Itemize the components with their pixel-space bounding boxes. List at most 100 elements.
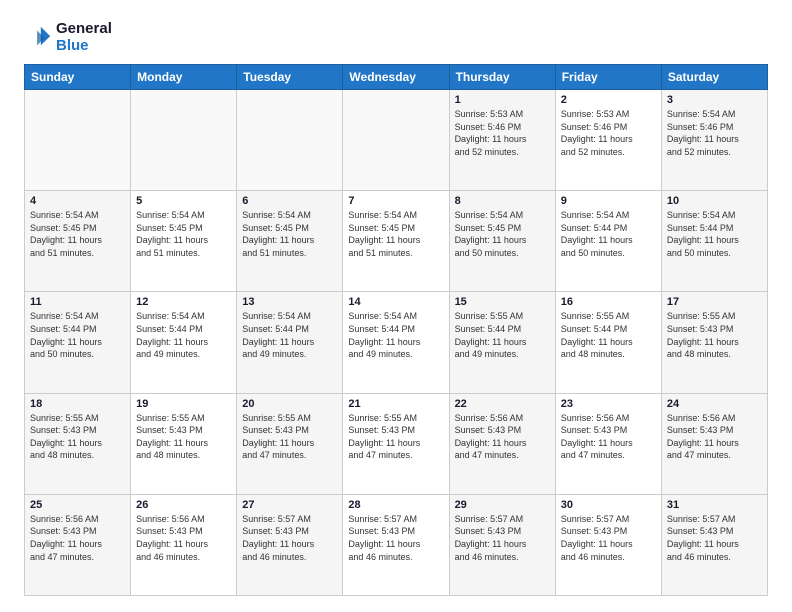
- day-number: 18: [30, 398, 125, 410]
- calendar-cell: 1 Sunrise: 5:53 AMSunset: 5:46 PMDaylight…: [449, 90, 555, 191]
- day-number: 29: [455, 499, 550, 511]
- calendar-cell: 2 Sunrise: 5:53 AMSunset: 5:46 PMDaylight…: [555, 90, 661, 191]
- day-number: 24: [667, 398, 762, 410]
- col-header-wednesday: Wednesday: [343, 65, 449, 90]
- col-header-tuesday: Tuesday: [237, 65, 343, 90]
- day-number: 7: [348, 195, 443, 207]
- calendar-week-1: 1 Sunrise: 5:53 AMSunset: 5:46 PMDaylight…: [25, 90, 768, 191]
- col-header-thursday: Thursday: [449, 65, 555, 90]
- day-number: 11: [30, 296, 125, 308]
- day-detail: Sunrise: 5:54 AMSunset: 5:45 PMDaylight:…: [242, 209, 337, 259]
- day-number: 23: [561, 398, 656, 410]
- day-detail: Sunrise: 5:54 AMSunset: 5:44 PMDaylight:…: [348, 310, 443, 360]
- calendar-cell: [131, 90, 237, 191]
- day-number: 16: [561, 296, 656, 308]
- calendar-cell: [237, 90, 343, 191]
- day-detail: Sunrise: 5:57 AMSunset: 5:43 PMDaylight:…: [348, 513, 443, 563]
- day-number: 19: [136, 398, 231, 410]
- col-header-friday: Friday: [555, 65, 661, 90]
- calendar-cell: 22 Sunrise: 5:56 AMSunset: 5:43 PMDayligh…: [449, 393, 555, 494]
- day-detail: Sunrise: 5:55 AMSunset: 5:43 PMDaylight:…: [667, 310, 762, 360]
- day-number: 30: [561, 499, 656, 511]
- day-detail: Sunrise: 5:55 AMSunset: 5:43 PMDaylight:…: [136, 412, 231, 462]
- day-detail: Sunrise: 5:55 AMSunset: 5:43 PMDaylight:…: [30, 412, 125, 462]
- calendar-cell: 18 Sunrise: 5:55 AMSunset: 5:43 PMDayligh…: [25, 393, 131, 494]
- day-detail: Sunrise: 5:54 AMSunset: 5:46 PMDaylight:…: [667, 108, 762, 158]
- day-detail: Sunrise: 5:54 AMSunset: 5:44 PMDaylight:…: [561, 209, 656, 259]
- day-number: 28: [348, 499, 443, 511]
- calendar-cell: 31 Sunrise: 5:57 AMSunset: 5:43 PMDayligh…: [661, 494, 767, 595]
- calendar-cell: 6 Sunrise: 5:54 AMSunset: 5:45 PMDaylight…: [237, 191, 343, 292]
- calendar-cell: 30Sunrise: 5:57 AMSunset: 5:43 PMDayligh…: [555, 494, 661, 595]
- day-number: 27: [242, 499, 337, 511]
- calendar-cell: 21 Sunrise: 5:55 AMSunset: 5:43 PMDayligh…: [343, 393, 449, 494]
- calendar-cell: 14Sunrise: 5:54 AMSunset: 5:44 PMDayligh…: [343, 292, 449, 393]
- day-number: 25: [30, 499, 125, 511]
- col-header-sunday: Sunday: [25, 65, 131, 90]
- day-detail: Sunrise: 5:54 AMSunset: 5:45 PMDaylight:…: [136, 209, 231, 259]
- day-detail: Sunrise: 5:55 AMSunset: 5:44 PMDaylight:…: [561, 310, 656, 360]
- day-detail: Sunrise: 5:56 AMSunset: 5:43 PMDaylight:…: [561, 412, 656, 462]
- day-detail: Sunrise: 5:55 AMSunset: 5:44 PMDaylight:…: [455, 310, 550, 360]
- calendar-cell: [343, 90, 449, 191]
- day-detail: Sunrise: 5:57 AMSunset: 5:43 PMDaylight:…: [667, 513, 762, 563]
- day-detail: Sunrise: 5:54 AMSunset: 5:44 PMDaylight:…: [30, 310, 125, 360]
- day-detail: Sunrise: 5:55 AMSunset: 5:43 PMDaylight:…: [348, 412, 443, 462]
- calendar-cell: 7 Sunrise: 5:54 AMSunset: 5:45 PMDaylight…: [343, 191, 449, 292]
- calendar-cell: 15 Sunrise: 5:55 AMSunset: 5:44 PMDayligh…: [449, 292, 555, 393]
- day-number: 31: [667, 499, 762, 511]
- day-number: 22: [455, 398, 550, 410]
- calendar-week-4: 18 Sunrise: 5:55 AMSunset: 5:43 PMDayligh…: [25, 393, 768, 494]
- day-number: 15: [455, 296, 550, 308]
- day-number: 21: [348, 398, 443, 410]
- day-number: 2: [561, 94, 656, 106]
- day-detail: Sunrise: 5:56 AMSunset: 5:43 PMDaylight:…: [667, 412, 762, 462]
- calendar-cell: 20 Sunrise: 5:55 AMSunset: 5:43 PMDayligh…: [237, 393, 343, 494]
- calendar-header-row: SundayMondayTuesdayWednesdayThursdayFrid…: [25, 65, 768, 90]
- day-number: 26: [136, 499, 231, 511]
- calendar-cell: 8Sunrise: 5:54 AMSunset: 5:45 PMDaylight…: [449, 191, 555, 292]
- day-number: 12: [136, 296, 231, 308]
- calendar-cell: 29Sunrise: 5:57 AMSunset: 5:43 PMDayligh…: [449, 494, 555, 595]
- calendar-cell: 9 Sunrise: 5:54 AMSunset: 5:44 PMDaylight…: [555, 191, 661, 292]
- calendar-cell: 17 Sunrise: 5:55 AMSunset: 5:43 PMDayligh…: [661, 292, 767, 393]
- calendar-cell: 25 Sunrise: 5:56 AMSunset: 5:43 PMDayligh…: [25, 494, 131, 595]
- day-detail: Sunrise: 5:54 AMSunset: 5:45 PMDaylight:…: [348, 209, 443, 259]
- calendar-cell: 26 Sunrise: 5:56 AMSunset: 5:43 PMDayligh…: [131, 494, 237, 595]
- calendar-cell: 12Sunrise: 5:54 AMSunset: 5:44 PMDayligh…: [131, 292, 237, 393]
- calendar-cell: [25, 90, 131, 191]
- day-detail: Sunrise: 5:56 AMSunset: 5:43 PMDaylight:…: [455, 412, 550, 462]
- calendar-cell: 4Sunrise: 5:54 AMSunset: 5:45 PMDaylight…: [25, 191, 131, 292]
- day-number: 8: [455, 195, 550, 207]
- day-detail: Sunrise: 5:56 AMSunset: 5:43 PMDaylight:…: [30, 513, 125, 563]
- day-detail: Sunrise: 5:54 AMSunset: 5:45 PMDaylight:…: [30, 209, 125, 259]
- day-number: 3: [667, 94, 762, 106]
- day-detail: Sunrise: 5:53 AMSunset: 5:46 PMDaylight:…: [455, 108, 550, 158]
- day-number: 10: [667, 195, 762, 207]
- day-detail: Sunrise: 5:56 AMSunset: 5:43 PMDaylight:…: [136, 513, 231, 563]
- calendar-week-5: 25 Sunrise: 5:56 AMSunset: 5:43 PMDayligh…: [25, 494, 768, 595]
- day-detail: Sunrise: 5:53 AMSunset: 5:46 PMDaylight:…: [561, 108, 656, 158]
- calendar-cell: 27Sunrise: 5:57 AMSunset: 5:43 PMDayligh…: [237, 494, 343, 595]
- day-detail: Sunrise: 5:54 AMSunset: 5:44 PMDaylight:…: [667, 209, 762, 259]
- calendar-cell: 16 Sunrise: 5:55 AMSunset: 5:44 PMDayligh…: [555, 292, 661, 393]
- day-detail: Sunrise: 5:54 AMSunset: 5:44 PMDaylight:…: [242, 310, 337, 360]
- day-number: 9: [561, 195, 656, 207]
- day-number: 20: [242, 398, 337, 410]
- logo: General Blue: [24, 20, 112, 54]
- col-header-saturday: Saturday: [661, 65, 767, 90]
- calendar-cell: 24 Sunrise: 5:56 AMSunset: 5:43 PMDayligh…: [661, 393, 767, 494]
- day-number: 5: [136, 195, 231, 207]
- day-number: 17: [667, 296, 762, 308]
- calendar-cell: 19 Sunrise: 5:55 AMSunset: 5:43 PMDayligh…: [131, 393, 237, 494]
- day-number: 1: [455, 94, 550, 106]
- day-number: 6: [242, 195, 337, 207]
- calendar-week-3: 11 Sunrise: 5:54 AMSunset: 5:44 PMDayligh…: [25, 292, 768, 393]
- calendar-cell: 10 Sunrise: 5:54 AMSunset: 5:44 PMDayligh…: [661, 191, 767, 292]
- header: General Blue: [24, 20, 768, 54]
- page: General Blue SundayMondayTuesdayWednesda…: [0, 0, 792, 612]
- day-detail: Sunrise: 5:55 AMSunset: 5:43 PMDaylight:…: [242, 412, 337, 462]
- calendar-cell: 28 Sunrise: 5:57 AMSunset: 5:43 PMDayligh…: [343, 494, 449, 595]
- logo-icon: [24, 23, 52, 51]
- calendar-cell: 5 Sunrise: 5:54 AMSunset: 5:45 PMDaylight…: [131, 191, 237, 292]
